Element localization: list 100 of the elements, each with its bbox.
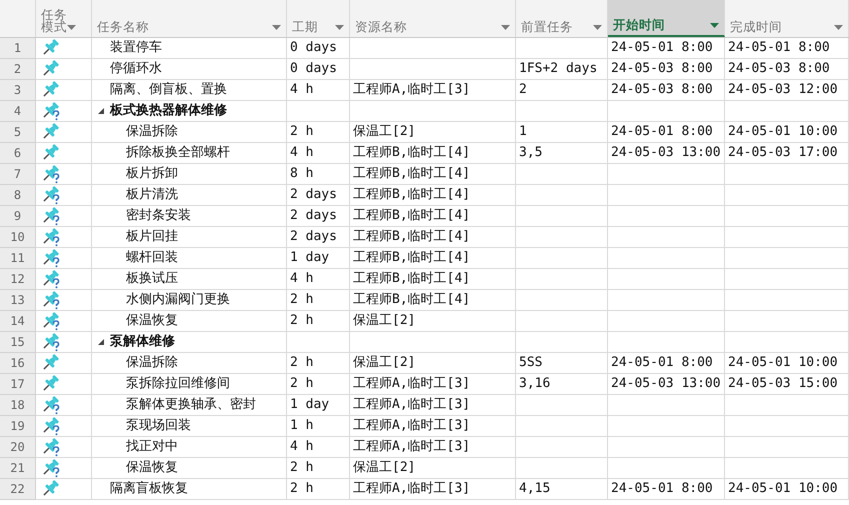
dropdown-icon[interactable] xyxy=(67,25,76,30)
table-cell: 24-05-03 12:00 xyxy=(725,80,849,101)
dropdown-icon[interactable] xyxy=(335,25,344,30)
column-header[interactable]: 任务模式 xyxy=(36,0,92,37)
table-cell: 4 h xyxy=(287,437,350,458)
row-number[interactable]: 8 xyxy=(14,186,22,204)
dropdown-icon[interactable] xyxy=(710,23,719,28)
pushpin-question-icon xyxy=(41,290,61,310)
expand-triangle-icon[interactable] xyxy=(98,108,104,114)
pushpin-question-icon xyxy=(41,311,61,331)
column-header[interactable]: 完成时间 xyxy=(725,0,849,37)
task-name: 保温恢复 xyxy=(126,459,178,478)
row-number[interactable]: 6 xyxy=(14,144,22,162)
task-name: 隔离、倒盲板、置换 xyxy=(110,81,227,100)
pushpin-question-icon xyxy=(41,185,61,205)
table-cell: 工程师B,临时工[4] xyxy=(350,269,516,290)
table-cell: 24-05-03 13:00 xyxy=(608,374,725,395)
table-cell: 24-05-03 8:00 xyxy=(608,80,725,101)
column-header[interactable]: 工期 xyxy=(287,0,350,37)
table-cell: 保温工[2] xyxy=(350,122,516,143)
pushpin-question-icon xyxy=(41,332,61,352)
pushpin-question-icon xyxy=(41,437,61,457)
pushpin-question-icon xyxy=(41,227,61,247)
table-cell: 24-05-01 10:00 xyxy=(725,479,849,500)
table-cell: 工程师B,临时工[4] xyxy=(350,143,516,164)
row-number[interactable]: 1 xyxy=(14,39,22,57)
table-cell: 工程师B,临时工[4] xyxy=(350,248,516,269)
table-cell: 工程师B,临时工[4] xyxy=(350,290,516,311)
task-name: 板式换热器解体维修 xyxy=(110,102,227,120)
table-cell: 4 h xyxy=(287,143,350,164)
task-name: 螺杆回装 xyxy=(126,249,178,268)
task-name: 停循环水 xyxy=(110,60,162,78)
row-number[interactable]: 7 xyxy=(14,165,22,183)
task-name: 隔离盲板恢复 xyxy=(110,480,188,498)
table-cell: 0 days xyxy=(287,59,350,80)
table-cell: 1FS+2 days xyxy=(516,59,608,80)
table-cell: 2 xyxy=(516,80,608,101)
pushpin-question-icon xyxy=(41,101,61,121)
table-cell: 保温工[2] xyxy=(350,353,516,374)
table-cell: 3,16 xyxy=(516,374,608,395)
table-cell: 2 h xyxy=(287,374,350,395)
task-name: 找正对中 xyxy=(126,438,178,456)
table-cell: 1 h xyxy=(287,416,350,437)
table-cell: 2 h xyxy=(287,479,350,500)
table-cell: 工程师A,临时工[3] xyxy=(350,416,516,437)
table-cell: 1 day xyxy=(287,248,350,269)
table-cell: 8 h xyxy=(287,164,350,185)
table-cell: 2 days xyxy=(287,206,350,227)
pushpin-question-icon xyxy=(41,164,61,184)
table-cell: 4 h xyxy=(287,80,350,101)
table-cell: 2 h xyxy=(287,353,350,374)
table-cell: 2 h xyxy=(287,290,350,311)
table-cell: 24-05-01 10:00 xyxy=(725,122,849,143)
task-name: 保温拆除 xyxy=(126,354,178,372)
column-header[interactable]: 任务名称 xyxy=(92,0,287,37)
pushpin-question-icon xyxy=(41,248,61,268)
row-number[interactable]: 9 xyxy=(14,207,22,225)
task-name: 拆除板换全部螺杆 xyxy=(126,144,230,162)
table-cell: 0 days xyxy=(287,38,350,59)
column-header[interactable]: 开始时间 xyxy=(608,0,725,37)
table-cell: 工程师B,临时工[4] xyxy=(350,227,516,248)
table-cell: 24-05-03 13:00 xyxy=(608,143,725,164)
table-cell: 工程师A,临时工[3] xyxy=(350,374,516,395)
pushpin-question-icon xyxy=(41,269,61,289)
task-name: 板片清洗 xyxy=(126,186,178,204)
table-cell: 工程师B,临时工[4] xyxy=(350,164,516,185)
table-cell: 2 h xyxy=(287,122,350,143)
dropdown-icon[interactable] xyxy=(593,25,602,30)
table-cell: 3,5 xyxy=(516,143,608,164)
task-name: 装置停车 xyxy=(110,39,162,58)
table-cell: 2 days xyxy=(287,185,350,206)
dropdown-icon[interactable] xyxy=(501,25,510,30)
table-cell: 2 days xyxy=(287,227,350,248)
expand-triangle-icon[interactable] xyxy=(98,339,104,345)
dropdown-icon[interactable] xyxy=(272,25,281,30)
table-cell: 4,15 xyxy=(516,479,608,500)
row-number[interactable]: 3 xyxy=(14,81,22,99)
task-name: 保温拆除 xyxy=(126,123,178,142)
table-cell: 工程师B,临时工[4] xyxy=(350,185,516,206)
table-cell: 24-05-01 8:00 xyxy=(725,38,849,59)
task-name: 板换试压 xyxy=(126,270,178,288)
table-cell: 1 xyxy=(516,122,608,143)
column-header[interactable]: 资源名称 xyxy=(350,0,516,37)
table-cell: 工程师B,临时工[4] xyxy=(350,206,516,227)
task-name: 泵拆除拉回维修间 xyxy=(126,375,230,394)
table-cell: 24-05-01 8:00 xyxy=(608,38,725,59)
table-cell: 1 day xyxy=(287,395,350,416)
dropdown-icon[interactable] xyxy=(834,25,843,30)
pushpin-question-icon xyxy=(41,458,61,478)
task-name: 泵解体维修 xyxy=(110,332,175,352)
pushpin-question-icon xyxy=(41,416,61,436)
table-cell: 24-05-03 8:00 xyxy=(608,59,725,80)
row-number[interactable]: 4 xyxy=(14,102,22,120)
task-name: 密封条安装 xyxy=(126,207,191,226)
task-name: 板片回挂 xyxy=(126,228,178,246)
row-number[interactable]: 2 xyxy=(14,60,22,78)
table-cell: 保温工[2] xyxy=(350,458,516,479)
row-number[interactable]: 5 xyxy=(14,123,22,141)
table-cell: 24-05-03 8:00 xyxy=(725,59,849,80)
pushpin-question-icon xyxy=(41,395,61,415)
